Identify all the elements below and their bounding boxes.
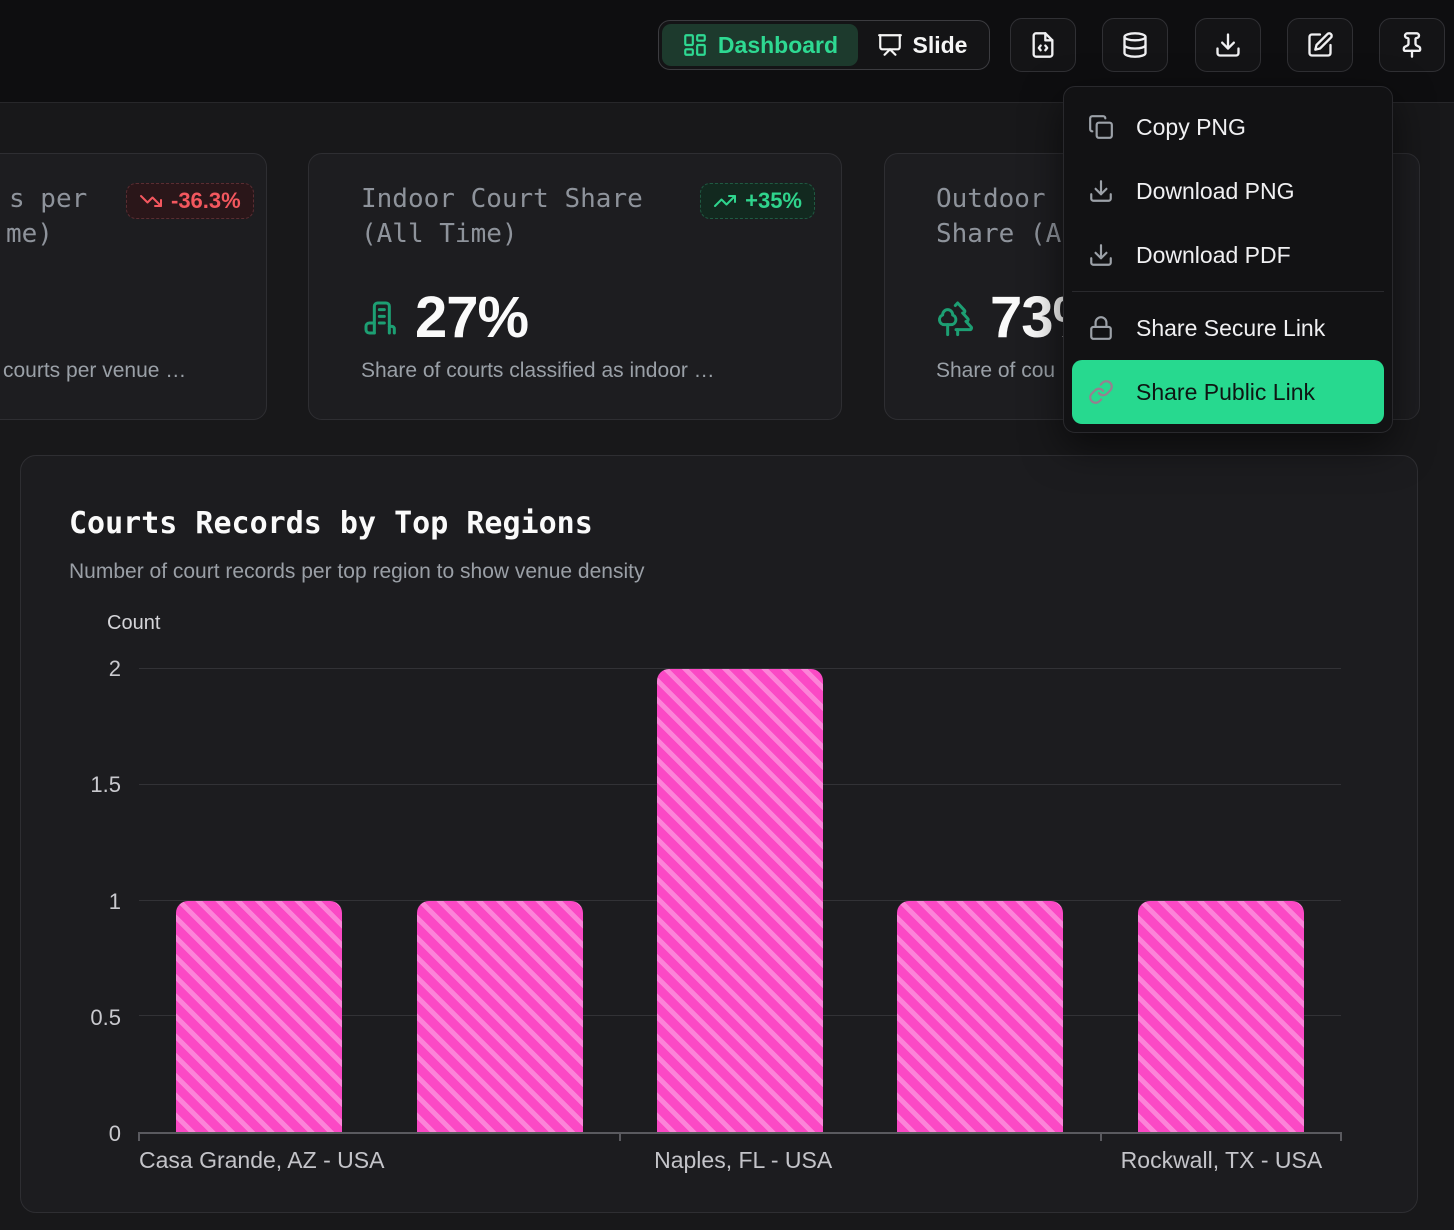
trend-badge: +35%: [700, 183, 815, 219]
chart-card: Courts Records by Top Regions Number of …: [20, 455, 1418, 1213]
download-icon: [1214, 31, 1242, 59]
x-axis-label: [863, 1147, 1102, 1174]
export-share-menu: Copy PNG Download PNG Download PDF Share…: [1063, 86, 1393, 433]
edit-button[interactable]: [1287, 18, 1353, 72]
menu-item-label: Download PDF: [1136, 242, 1291, 269]
x-axis-label: [384, 1147, 623, 1174]
trending-up-icon: [713, 189, 737, 213]
chart-title: Courts Records by Top Regions: [69, 506, 593, 541]
view-toggle: Dashboard Slide: [658, 20, 990, 70]
x-axis-label: Casa Grande, AZ - USA: [139, 1147, 384, 1174]
bar-band: [860, 669, 1100, 1132]
menu-item-share-secure-link[interactable]: Share Secure Link: [1072, 296, 1384, 360]
x-axis-tick: [619, 1132, 621, 1141]
y-tick-label: 0: [109, 1121, 121, 1147]
bar[interactable]: [897, 901, 1063, 1133]
file-code-icon: [1029, 31, 1057, 59]
menu-item-download-pdf[interactable]: Download PDF: [1072, 223, 1384, 287]
stat-card-title-line2: (All Time): [361, 217, 518, 252]
x-axis-tick: [1340, 1132, 1342, 1141]
pin-icon: [1398, 31, 1426, 59]
stat-card-title-line1: Indoor Court Share: [361, 182, 643, 217]
bar[interactable]: [1138, 901, 1304, 1133]
bar-band: [379, 669, 619, 1132]
download-icon: [1088, 178, 1114, 204]
trending-down-icon: [139, 189, 163, 213]
plot-area: [139, 669, 1341, 1134]
presentation-icon: [877, 32, 903, 58]
menu-item-download-png[interactable]: Download PNG: [1072, 159, 1384, 223]
menu-item-label: Share Public Link: [1136, 379, 1315, 406]
menu-item-copy-png[interactable]: Copy PNG: [1072, 95, 1384, 159]
tab-slide[interactable]: Slide: [858, 24, 986, 66]
tab-slide-label: Slide: [913, 32, 968, 59]
database-icon: [1121, 31, 1149, 59]
trend-badge-value: -36.3%: [171, 188, 241, 214]
stat-card-indoor-share: Indoor Court Share (All Time) +35% 27% S…: [308, 153, 842, 420]
stat-card-description: Share of courts classified as indoor …: [361, 359, 715, 383]
bar[interactable]: [176, 901, 342, 1133]
bar[interactable]: [657, 669, 823, 1132]
bar[interactable]: [417, 901, 583, 1133]
chart-subtitle: Number of court records per top region t…: [69, 560, 644, 584]
download-button[interactable]: [1195, 18, 1261, 72]
x-axis-label: Naples, FL - USA: [624, 1147, 863, 1174]
menu-item-label: Download PNG: [1136, 178, 1295, 205]
x-axis-label: Rockwall, TX - USA: [1102, 1147, 1341, 1174]
pin-button[interactable]: [1379, 18, 1445, 72]
trend-badge-value: +35%: [745, 188, 802, 214]
menu-item-label: Copy PNG: [1136, 114, 1246, 141]
database-button[interactable]: [1102, 18, 1168, 72]
stat-card-title-line1: s per: [9, 182, 87, 217]
building-icon: [361, 298, 401, 338]
x-axis-tick: [1100, 1132, 1102, 1141]
tab-dashboard[interactable]: Dashboard: [662, 24, 858, 66]
x-axis-tick: [138, 1132, 140, 1141]
link-icon: [1088, 379, 1114, 405]
y-tick-label: 0.5: [90, 1005, 121, 1031]
stat-card-description: Share of cou: [936, 359, 1055, 383]
stat-card-title-line2: me): [6, 217, 53, 252]
stat-card-courts-per-venue: s per me) -36.3% courts per venue …: [0, 153, 267, 420]
trees-icon: [936, 298, 976, 338]
y-axis-title: Count: [107, 612, 160, 635]
square-pen-icon: [1306, 31, 1334, 59]
bar-band: [139, 669, 379, 1132]
x-axis-labels: Casa Grande, AZ - USA Naples, FL - USA Roc…: [139, 1147, 1341, 1174]
lock-icon: [1088, 315, 1114, 341]
plot-wrap: 00.511.52 Casa Grande, AZ - USANaples, F…: [139, 669, 1341, 1134]
bar-band: [1101, 669, 1341, 1132]
dashboard-grid-icon: [682, 32, 708, 58]
bar-band: [620, 669, 860, 1132]
y-axis-ticks: 00.511.52: [59, 669, 121, 1134]
stat-card-description: courts per venue …: [3, 359, 186, 383]
trend-badge: -36.3%: [126, 183, 254, 219]
copy-icon: [1088, 114, 1114, 140]
download-icon: [1088, 242, 1114, 268]
y-tick-label: 2: [109, 656, 121, 682]
menu-divider: [1072, 291, 1384, 292]
tab-dashboard-label: Dashboard: [718, 32, 838, 59]
menu-item-share-public-link[interactable]: Share Public Link: [1072, 360, 1384, 424]
stat-value: 27%: [415, 284, 528, 351]
file-code-button[interactable]: [1010, 18, 1076, 72]
y-tick-label: 1: [109, 889, 121, 915]
menu-item-label: Share Secure Link: [1136, 315, 1325, 342]
y-tick-label: 1.5: [90, 772, 121, 798]
